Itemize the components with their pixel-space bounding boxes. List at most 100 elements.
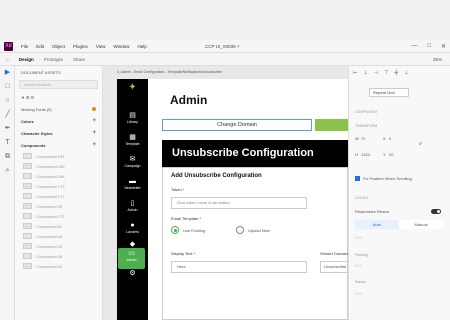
sender-domain-label: Sender Domain [320,251,348,256]
menu-file[interactable]: File [21,44,28,49]
list-item[interactable]: Component 191 [15,151,102,161]
nav-label: Campaign [124,164,141,168]
list-item[interactable]: Component 45 [15,251,102,261]
tab-share[interactable]: Share [73,57,85,62]
text-tool-icon[interactable]: T [0,136,15,150]
menu-window[interactable]: Window [114,44,130,49]
list-item[interactable]: Component 50 [15,201,102,211]
list-item[interactable]: Component 189 [15,161,102,171]
tab-prototype[interactable]: Prototype [44,57,63,62]
nav-item-settings[interactable]: ⚙ [117,270,148,278]
align-middle-icon[interactable]: ╪ [394,70,398,76]
artboard-title[interactable]: 4_Admin - Email Configuration - Template… [117,70,222,74]
list-item[interactable]: Component 22 [15,261,102,271]
menu-plugins[interactable]: Plugins [73,44,88,49]
rotation-field[interactable]: 0° [419,141,423,146]
stacks-icons[interactable]: ☐ ☐ [355,292,362,296]
nav-label: Landers [126,230,139,234]
window-controls: — □ ✕ [411,43,446,50]
ellipse-tool-icon[interactable]: ○ [0,94,15,108]
nav-item-template[interactable]: ▦ Template [117,134,148,146]
component-label: Component 189 [36,163,65,169]
menu-view[interactable]: View [96,44,106,49]
component-label: Component 173 [36,183,65,189]
home-icon[interactable]: ⌂ [6,57,9,62]
menu-bar: Xd File Edit Object Plugins View Window … [0,40,450,53]
token-input[interactable]: Give token name to be added [171,197,307,209]
nav-item-admin[interactable]: ▯ Admin [117,200,148,212]
height-field[interactable]: 1324 [361,152,370,157]
line-tool-icon[interactable]: ╱ [0,108,15,122]
gear-icon: ⚙ [129,270,136,277]
nav-item-landers[interactable]: ● Landers [117,222,148,234]
newsletter-icon: ▬ [129,178,136,185]
menu-help[interactable]: Help [138,44,147,49]
zoom-level[interactable]: 35% [433,57,442,62]
assets-search-input[interactable]: Search all Assets [19,80,98,89]
fix-position-checkbox[interactable] [355,176,360,181]
add-style-icon[interactable]: + [92,130,96,136]
list-item[interactable]: Component 44 [15,231,102,241]
rectangle-tool-icon[interactable]: □ [0,80,15,94]
zoom-tool-icon[interactable]: ⌕ [0,164,15,178]
add-component-icon[interactable]: + [92,142,96,148]
property-inspector: ⊢ ⊥ ⊣ ⊤ ╪ ⊥ Repeat Grid COMPONENT TRANSF… [348,66,450,320]
padding-icons[interactable]: ☐ ☐ [355,264,362,268]
radio-selected-icon[interactable] [171,226,179,234]
display-text-input[interactable]: Here [171,261,307,273]
nav-label: Template [125,142,140,146]
artboard-tool-icon[interactable]: ⧉ [0,150,15,164]
minimize-icon[interactable]: — [411,43,417,50]
list-item[interactable]: Component 52 [15,221,102,231]
repeat-grid-button[interactable]: Repeat Grid [369,88,409,97]
filter-icon[interactable]: ▼ ⊞ ☰ [21,95,34,100]
list-item[interactable]: Component 43 [15,241,102,251]
sender-domain-select[interactable]: Unsubscribe [320,261,348,273]
component-thumbnail [23,153,32,159]
component-thumbnail [23,183,32,189]
list-item[interactable]: Component 172 [15,211,102,221]
menu-object[interactable]: Object [52,44,65,49]
add-color-icon[interactable]: + [92,118,96,124]
list-item[interactable]: Component 188 [15,171,102,181]
auto-segment-button[interactable]: Auto [355,220,399,229]
character-styles-section[interactable]: Character Styles + [15,127,102,139]
align-center-icon[interactable]: ⊥ [363,70,367,76]
assets-header: DOCUMENT ASSETS [15,66,102,78]
nav-item-campaign[interactable]: ✉ Campaign [117,156,148,168]
nav-item-admin-active[interactable]: ▭ Admin [118,248,145,269]
select-tool-icon[interactable]: ▶ [0,66,15,80]
align-left-icon[interactable]: ⊢ [353,70,357,76]
y-field[interactable]: 20 [389,152,393,157]
tab-design[interactable]: Design [19,57,34,62]
green-action-button[interactable] [315,119,348,131]
radio-unselected-icon[interactable] [236,226,244,234]
responsive-resize-toggle[interactable] [431,209,441,214]
width-field[interactable]: 72 [361,136,365,141]
components-label: Components [21,142,46,148]
document-title[interactable]: CCP UI_X0035 ˅ [205,44,240,49]
artboard-sidebar[interactable]: ✦ ▤ Library ▦ Template ✉ Campaign ▬ Newslett… [117,79,148,320]
fix-position-label: Fix Position When Scrolling [363,176,412,181]
maximize-icon[interactable]: □ [427,43,431,50]
align-right-icon[interactable]: ⊣ [374,70,378,76]
email-template-label: Email Template * [171,216,201,221]
align-bottom-icon[interactable]: ⊥ [404,70,408,76]
close-icon[interactable]: ✕ [441,43,446,50]
menu-edit[interactable]: Edit [36,44,44,49]
colors-section[interactable]: Colors + [15,115,102,127]
pen-tool-icon[interactable]: ✒ [0,122,15,136]
change-domain-button[interactable]: Change Domain [162,119,312,131]
radio-upload-new[interactable]: Upload New [236,226,270,234]
nav-item-newsletter[interactable]: ▬ Newsletter [117,178,148,190]
align-top-icon[interactable]: ⊤ [384,70,388,76]
manual-segment-button[interactable]: Manual [399,220,443,229]
missing-fonts-section[interactable]: Missing Fonts (5) [15,103,102,115]
components-section[interactable]: Components + [15,139,102,151]
list-item[interactable]: Component 173 [15,181,102,191]
list-item[interactable]: Component 171 [15,191,102,201]
nav-item-library[interactable]: ▤ Library [117,112,148,124]
radio-use-existing[interactable]: Use Existing [171,226,205,234]
constraints-icons[interactable]: ☐ ☐ [355,236,362,240]
x-field[interactable]: 0 [389,136,391,141]
